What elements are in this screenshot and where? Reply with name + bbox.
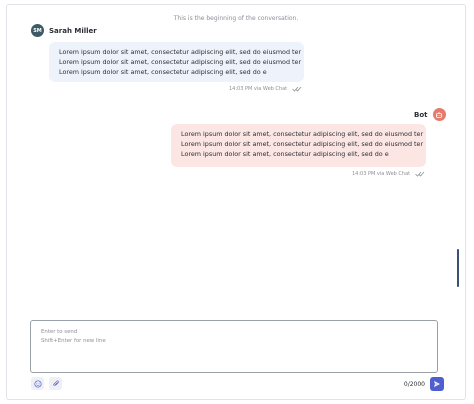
emoji-button[interactable] bbox=[31, 377, 44, 390]
chat-window: This is the beginning of the conversatio… bbox=[6, 4, 466, 400]
emoji-icon bbox=[33, 379, 42, 388]
message-timestamp: 14:03 PM via Web Chat bbox=[352, 171, 411, 177]
message-line: Lorem ipsum dolor sit amet, consectetur … bbox=[181, 150, 389, 158]
send-button[interactable] bbox=[430, 377, 444, 391]
message-line: Lorem ipsum dolor sit amet, consectetur … bbox=[59, 48, 302, 56]
message-header-sarah: SM Sarah Miller bbox=[31, 24, 97, 37]
bot-avatar bbox=[432, 108, 446, 121]
avatar: SM bbox=[31, 24, 44, 37]
input-placeholder: Shift+Enter for new line bbox=[41, 338, 106, 344]
input-placeholder: Enter to send bbox=[41, 329, 78, 335]
message-bubble-outgoing: Lorem ipsum dolor sit amet, consectetur … bbox=[171, 124, 426, 167]
message-line: Lorem ipsum dolor sit amet, consectetur … bbox=[59, 68, 267, 76]
bot-icon bbox=[436, 111, 442, 118]
message-timestamp: 14:03 PM via Web Chat bbox=[229, 86, 288, 92]
scrollbar[interactable] bbox=[457, 249, 459, 287]
message-line: Lorem ipsum dolor sit amet, consectetur … bbox=[181, 130, 424, 138]
message-bubble-incoming: Lorem ipsum dolor sit amet, consectetur … bbox=[49, 42, 304, 82]
sender-name: Sarah Miller bbox=[49, 26, 97, 35]
message-line: Lorem ipsum dolor sit amet, consectetur … bbox=[181, 140, 424, 148]
message-meta: 14:03 PM via Web Chat bbox=[229, 86, 302, 92]
send-icon bbox=[434, 381, 440, 387]
message-input[interactable]: Enter to send Shift+Enter for new line bbox=[30, 320, 438, 373]
message-header-bot: Bot bbox=[414, 108, 446, 121]
double-check-icon bbox=[292, 86, 302, 92]
conversation-start-notice: This is the beginning of the conversatio… bbox=[173, 15, 299, 22]
message-meta: 14:03 PM via Web Chat bbox=[352, 171, 425, 177]
message-line: Lorem ipsum dolor sit amet, consectetur … bbox=[59, 58, 302, 66]
double-check-icon bbox=[415, 171, 425, 177]
attach-button[interactable] bbox=[49, 377, 62, 390]
character-counter: 0/2000 bbox=[403, 381, 425, 388]
paperclip-icon bbox=[52, 380, 59, 386]
sender-name: Bot bbox=[414, 110, 428, 119]
